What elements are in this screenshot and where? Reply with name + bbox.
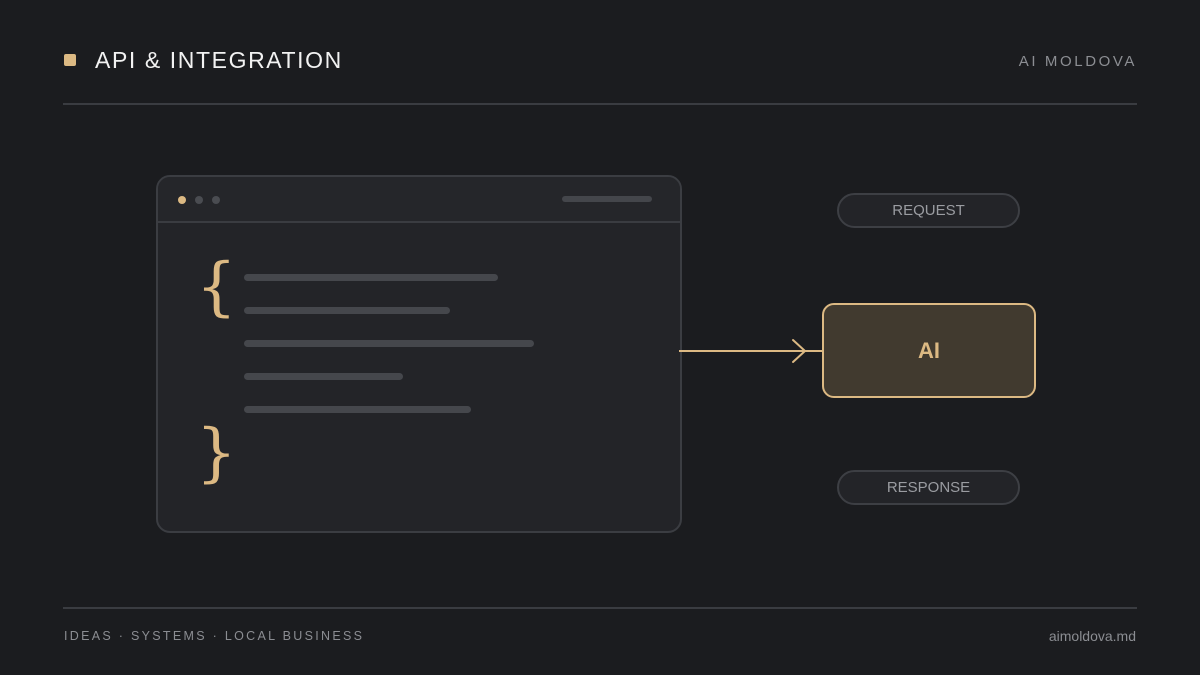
window-dot-icon: [195, 196, 203, 204]
window-address-bar: [562, 196, 652, 202]
code-line: [244, 307, 450, 314]
page-title: API & INTEGRATION: [95, 47, 343, 73]
request-label: REQUEST: [837, 193, 1020, 228]
header-square-icon: [64, 54, 76, 66]
footer-tagline: IDEAS · SYSTEMS · LOCAL BUSINESS: [64, 629, 365, 643]
code-window: { }: [156, 175, 682, 533]
brand-name: AI MOLDOVA: [1018, 53, 1137, 70]
code-line: [244, 274, 498, 281]
code-line: [244, 340, 534, 347]
window-dot-icon: [212, 196, 220, 204]
footer-website: aimoldova.md: [1048, 628, 1136, 644]
footer-divider: [63, 607, 1137, 609]
code-line: [244, 373, 403, 380]
request-arrow: [679, 339, 822, 363]
window-dot-accent-icon: [178, 196, 186, 204]
close-brace: }: [196, 416, 237, 490]
header-divider: [63, 103, 1137, 105]
response-label: RESPONSE: [837, 470, 1020, 505]
code-line: [244, 406, 471, 413]
ai-node: AI: [822, 303, 1036, 398]
open-brace: {: [196, 250, 237, 324]
window-title-bar: [158, 177, 680, 223]
